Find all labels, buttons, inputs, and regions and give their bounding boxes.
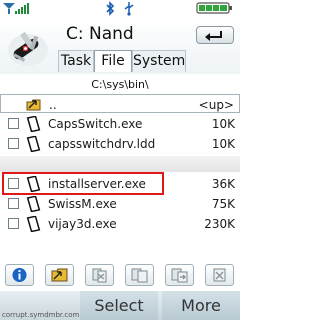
copy-icon xyxy=(131,268,148,283)
list-separator xyxy=(0,156,240,172)
signal-bars-icon xyxy=(15,3,29,14)
battery-icon xyxy=(196,2,232,14)
file-size: 230K xyxy=(204,217,235,231)
folder-icon xyxy=(51,268,68,282)
tab-task[interactable]: Task xyxy=(58,50,94,72)
info-icon xyxy=(12,268,27,282)
file-name: vijay3d.exe xyxy=(48,217,117,231)
cut-icon xyxy=(92,268,107,283)
bluetooth-icon xyxy=(106,1,115,16)
delete-button[interactable] xyxy=(205,264,234,286)
select-checkbox[interactable] xyxy=(8,138,19,149)
select-checkbox[interactable] xyxy=(8,178,19,189)
file-icon xyxy=(26,216,41,232)
back-button[interactable] xyxy=(196,26,234,44)
info-button[interactable] xyxy=(5,264,34,286)
swiss-knife-app-icon xyxy=(8,31,48,66)
toolbar xyxy=(0,264,240,288)
watermark-text: corrupt.symdmbr.com xyxy=(2,311,80,319)
file-name: CapsSwitch.exe xyxy=(48,117,143,131)
select-softkey[interactable]: Select xyxy=(80,291,158,320)
folder-button[interactable] xyxy=(45,264,74,286)
list-item[interactable]: capsswitchdrv.ldd 10K xyxy=(0,134,240,154)
list-item-parent-folder[interactable]: .. <up> xyxy=(0,94,240,113)
return-arrow-icon xyxy=(205,31,222,41)
delete-icon xyxy=(213,268,226,282)
file-size: 75K xyxy=(211,197,235,211)
file-icon xyxy=(26,196,41,212)
file-size: 10K xyxy=(211,117,235,131)
tab-system[interactable]: System xyxy=(132,50,186,72)
tab-file[interactable]: File xyxy=(94,50,132,72)
page-title: C: Nand xyxy=(66,24,134,44)
file-icon xyxy=(26,136,41,152)
status-bar xyxy=(0,0,240,18)
select-checkbox[interactable] xyxy=(8,118,19,129)
cut-button[interactable] xyxy=(85,264,114,286)
file-icon xyxy=(26,176,41,192)
current-path: C:\sys\bin\ xyxy=(91,78,149,91)
app-header: C: Nand Task File System xyxy=(0,18,240,74)
file-icon xyxy=(26,116,41,132)
select-checkbox[interactable] xyxy=(8,198,19,209)
file-name: .. xyxy=(49,98,57,112)
list-item[interactable]: CapsSwitch.exe 10K xyxy=(0,114,240,134)
paste-icon xyxy=(171,268,188,283)
usb-icon xyxy=(124,2,134,16)
copy-button[interactable] xyxy=(125,264,154,286)
list-item[interactable]: SwissM.exe 75K xyxy=(0,194,240,214)
list-item[interactable]: vijay3d.exe 230K xyxy=(0,214,240,234)
file-name: SwissM.exe xyxy=(48,197,117,211)
file-size: 10K xyxy=(211,137,235,151)
more-softkey[interactable]: More xyxy=(162,291,240,320)
folder-up-icon xyxy=(26,99,41,111)
file-size: <up> xyxy=(198,98,234,112)
file-name: installserver.exe xyxy=(48,177,146,191)
file-name: capsswitchdrv.ldd xyxy=(48,137,156,151)
paste-button[interactable] xyxy=(165,264,194,286)
select-checkbox[interactable] xyxy=(8,218,19,229)
list-item[interactable]: installserver.exe 36K xyxy=(0,174,240,194)
file-size: 36K xyxy=(211,177,235,191)
